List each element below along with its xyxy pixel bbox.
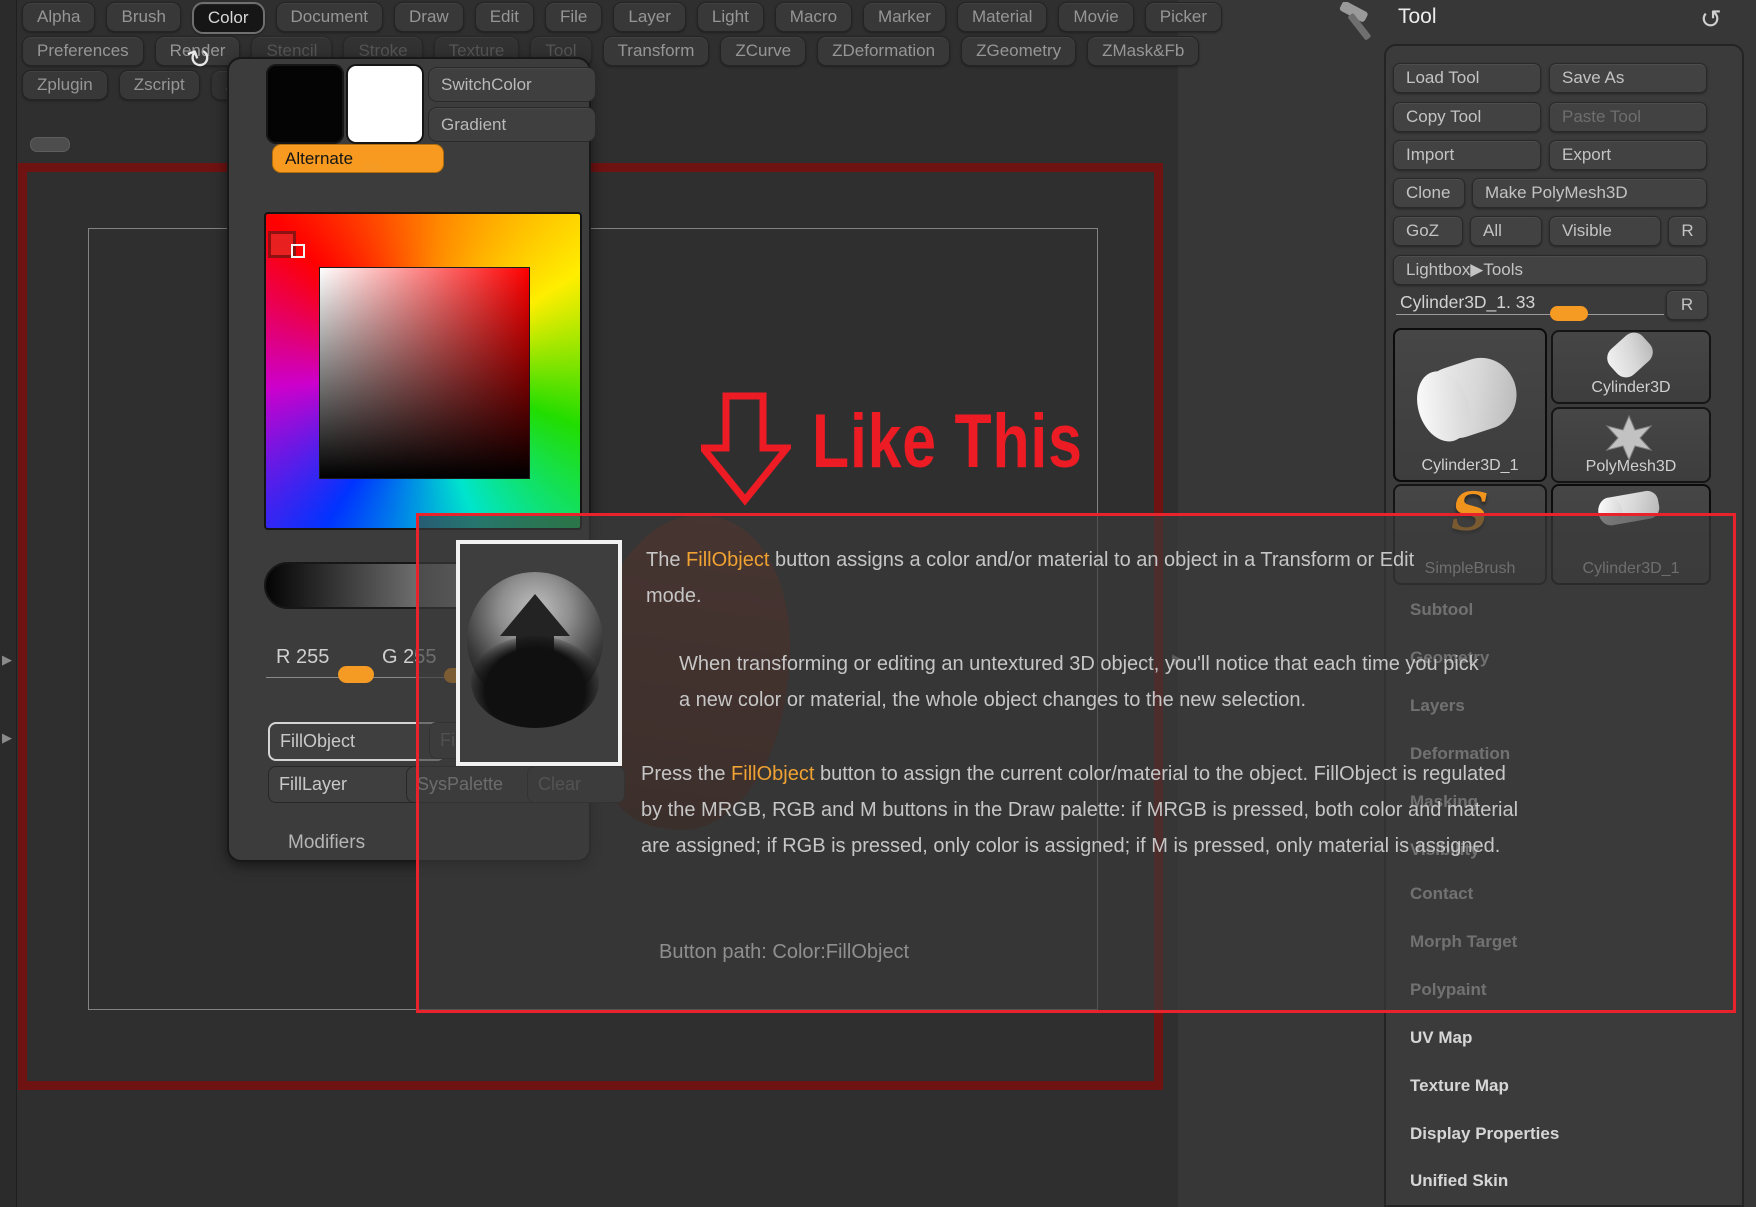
section-unified-skin[interactable]: Unified Skin [1410, 1171, 1508, 1191]
export-button[interactable]: Export [1549, 140, 1707, 170]
all-button[interactable]: All [1470, 216, 1542, 246]
section-display-properties[interactable]: Display Properties [1410, 1124, 1559, 1144]
saturation-value-square[interactable] [319, 267, 530, 479]
menu-draw[interactable]: Draw [394, 2, 464, 32]
material-sphere [467, 572, 603, 708]
active-tool-slider-handle[interactable] [1550, 306, 1588, 321]
menu-material[interactable]: Material [957, 2, 1047, 32]
tooltip-fillobject-link: FillObject [731, 763, 814, 785]
menu-picker[interactable]: Picker [1145, 2, 1222, 32]
divider-handle[interactable] [30, 137, 70, 152]
zbrush-window: ▶ ▶ ▶ Alpha Brush Color Document Draw Ed… [0, 0, 1756, 1207]
sphere-shading [471, 636, 599, 728]
switch-color-button[interactable]: SwitchColor [428, 67, 596, 102]
tooltip-text: The [646, 549, 686, 571]
tooltip-button-path: Button path: Color:FillObject [659, 934, 1259, 970]
tool-reset-icon[interactable]: ↺ [1700, 4, 1722, 35]
tool-hammer-icon [1336, 2, 1384, 44]
tooltip-paragraph-1: The FillObject button assigns a color an… [646, 542, 1466, 614]
tool-thumbnail-active[interactable]: Cylinder3D_1 [1393, 328, 1547, 482]
tool-panel-title: Tool [1398, 5, 1437, 29]
color-picker-handle[interactable] [291, 244, 305, 258]
red-slider-handle[interactable] [338, 666, 374, 683]
menu-zplugin[interactable]: Zplugin [22, 70, 108, 100]
section-uv-map[interactable]: UV Map [1410, 1028, 1472, 1048]
menu-zmaskfb[interactable]: ZMask&Fb [1087, 36, 1199, 66]
menu-macro[interactable]: Macro [775, 2, 852, 32]
active-tool-slider-track[interactable] [1396, 314, 1664, 315]
tooltip-paragraph-2: When transforming or editing an untextur… [679, 646, 1479, 718]
menu-movie[interactable]: Movie [1058, 2, 1133, 32]
import-button[interactable]: Import [1393, 140, 1541, 170]
menu-marker[interactable]: Marker [863, 2, 946, 32]
tool-slider-r-button[interactable]: R [1666, 290, 1708, 320]
secondary-color-swatch[interactable] [348, 66, 422, 142]
menu-row-1: Alpha Brush Color Document Draw Edit Fil… [22, 2, 1222, 34]
clone-button[interactable]: Clone [1393, 178, 1465, 208]
menu-alpha[interactable]: Alpha [22, 2, 95, 32]
left-tray-strip [0, 0, 17, 1207]
save-as-button[interactable]: Save As [1549, 63, 1707, 93]
left-tray-open-icon[interactable]: ▶ [2, 730, 12, 746]
star-icon [1605, 415, 1653, 461]
menu-zcurve[interactable]: ZCurve [720, 36, 806, 66]
thumbnail-label: PolyMesh3D [1553, 458, 1709, 476]
tooltip-paragraph-3: Press the FillObject button to assign th… [641, 756, 1521, 864]
r-button[interactable]: R [1668, 216, 1707, 246]
menu-transform[interactable]: Transform [603, 36, 710, 66]
menu-light[interactable]: Light [697, 2, 764, 32]
section-texture-map[interactable]: Texture Map [1410, 1076, 1509, 1096]
menu-color[interactable]: Color [192, 2, 265, 34]
menu-file[interactable]: File [545, 2, 602, 32]
tool-thumbnail-polymesh3d[interactable]: PolyMesh3D [1551, 407, 1711, 483]
menu-zdeformation[interactable]: ZDeformation [817, 36, 950, 66]
menu-document[interactable]: Document [276, 2, 383, 32]
tooltip-text: Press the [641, 763, 731, 785]
goz-button[interactable]: GoZ [1393, 216, 1463, 246]
down-arrow-annotation [701, 392, 791, 506]
fillobject-tooltip: The FillObject button assigns a color an… [416, 513, 1736, 1013]
modifiers-label[interactable]: Modifiers [288, 832, 365, 854]
menu-layer[interactable]: Layer [613, 2, 686, 32]
menu-zgeometry[interactable]: ZGeometry [961, 36, 1076, 66]
menu-edit[interactable]: Edit [475, 2, 534, 32]
menu-row-3: Zplugin Zscript ZT [22, 70, 262, 100]
left-tray-open-icon[interactable]: ▶ [2, 652, 12, 668]
alternate-button[interactable]: Alternate [272, 144, 444, 173]
up-arrow-icon [500, 594, 570, 636]
visible-button[interactable]: Visible [1549, 216, 1661, 246]
make-polymesh3d-button[interactable]: Make PolyMesh3D [1472, 178, 1707, 208]
menu-zscript[interactable]: Zscript [119, 70, 200, 100]
tooltip-fillobject-link: FillObject [686, 549, 769, 571]
tool-thumbnail-cylinder3d[interactable]: Cylinder3D [1551, 330, 1711, 404]
red-slider-label: R 255 [276, 646, 329, 669]
fill-layer-button[interactable]: FillLayer [268, 766, 420, 803]
menu-brush[interactable]: Brush [106, 2, 180, 32]
main-color-swatch[interactable] [268, 66, 342, 142]
menu-preferences[interactable]: Preferences [22, 36, 144, 66]
thumbnail-label: Cylinder3D [1553, 379, 1709, 397]
gradient-button[interactable]: Gradient [428, 107, 596, 142]
lightbox-tools-button[interactable]: Lightbox▶Tools [1393, 255, 1707, 285]
copy-tool-button[interactable]: Copy Tool [1393, 102, 1541, 132]
thumbnail-label: Cylinder3D_1 [1395, 457, 1545, 475]
material-sphere-preview [456, 540, 622, 766]
load-tool-button[interactable]: Load Tool [1393, 63, 1541, 93]
active-tool-slider-label: Cylinder3D_1. 33 [1400, 292, 1535, 313]
like-this-annotation: Like This [812, 398, 1083, 485]
paste-tool-button[interactable]: Paste Tool [1549, 102, 1707, 132]
